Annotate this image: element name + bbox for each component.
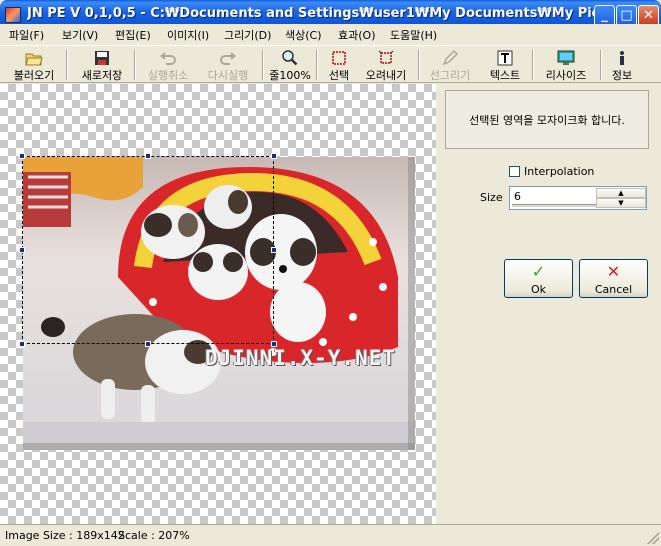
floppy-disk-icon [95, 51, 109, 65]
selection-handle[interactable] [271, 341, 277, 347]
info-button[interactable]: 정보 [606, 48, 638, 82]
crop-button[interactable]: 오려내기 [360, 48, 412, 82]
redo-button[interactable]: 다시실행 [200, 48, 256, 82]
image-size-status: Image Size : 189x142 [5, 529, 125, 542]
toolbar-separator [600, 50, 602, 80]
menu-effect[interactable]: 효과(O) [338, 27, 375, 43]
menu-bar: 파일(F) 보기(V) 편집(E) 이미지(I) 그리기(D) 색상(C) 효과… [0, 24, 661, 44]
open-button[interactable]: 불러오기 [6, 48, 62, 82]
redo-arrow-icon [220, 52, 236, 65]
selection-handle[interactable] [271, 247, 277, 253]
undo-label: 실행취소 [147, 69, 189, 82]
info-icon [620, 51, 624, 65]
spin-down-arrow-icon: ▼ [618, 199, 624, 207]
line-button[interactable]: 선그리기 [424, 48, 476, 82]
open-label: 불러오기 [13, 69, 55, 82]
menu-draw[interactable]: 그리기(D) [224, 27, 271, 43]
toolbar-separator [316, 50, 318, 80]
interpolation-checkbox[interactable] [509, 166, 520, 177]
instruction-message: 선택된 영역을 모자이크화 합니다. [445, 90, 649, 149]
info-label: 정보 [611, 69, 633, 82]
selection-rect-icon [332, 51, 346, 65]
selection-handle[interactable] [145, 341, 151, 347]
minimize-button[interactable]: _ [594, 5, 615, 26]
selection-handle[interactable] [19, 153, 25, 159]
selection-handle[interactable] [145, 153, 151, 159]
zoom-button[interactable]: 줄100% [268, 48, 312, 82]
watermark-text: DJINNI.X-Y.NET [205, 346, 397, 370]
select-label: 선택 [328, 69, 350, 82]
x-mark-icon: ✕ [606, 262, 621, 281]
text-tool-icon [497, 50, 513, 66]
scale-status: Scale : 207% [118, 529, 190, 542]
zoom-label: 줄100% [269, 69, 311, 82]
crop-icon [378, 50, 394, 64]
selection-rectangle[interactable] [22, 156, 274, 344]
crop-label: 오려내기 [365, 69, 407, 82]
cancel-button[interactable]: ✕ Cancel [579, 259, 648, 298]
toolbar: 불러오기 새로저장 실행취소 다시실행 줄100% 선택 오려내기 선그리기 텍… [0, 45, 661, 83]
interpolation-row[interactable]: Interpolation [509, 165, 594, 181]
spin-up-arrow-icon: ▲ [618, 189, 624, 197]
app-icon[interactable] [5, 7, 21, 23]
maximize-button[interactable]: □ [616, 5, 637, 26]
interpolation-label: Interpolation [524, 165, 595, 178]
checkmark-icon: ✓ [531, 262, 546, 281]
cancel-label: Cancel [594, 283, 633, 296]
resize-grip-icon[interactable] [647, 532, 659, 544]
ok-label: Ok [530, 283, 547, 296]
redo-label: 다시실행 [207, 69, 249, 82]
toolbar-separator [66, 50, 68, 80]
mosaic-panel: 선택된 영역을 모자이크화 합니다. Interpolation Size 6 … [436, 84, 661, 524]
selection-handle[interactable] [19, 247, 25, 253]
save-label: 새로저장 [81, 69, 123, 82]
line-label: 선그리기 [429, 69, 471, 82]
menu-help[interactable]: 도움말(H) [390, 27, 437, 43]
ok-button[interactable]: ✓ Ok [504, 259, 573, 298]
toolbar-separator [532, 50, 534, 80]
toolbar-separator [418, 50, 420, 80]
menu-color[interactable]: 색상(C) [285, 27, 322, 43]
selection-handle[interactable] [19, 341, 25, 347]
image-canvas[interactable]: DJINNI.X-Y.NET [0, 84, 436, 524]
undo-arrow-icon [160, 52, 176, 65]
size-slider-track[interactable] [512, 204, 596, 207]
resize-label: 리사이즈 [545, 69, 587, 82]
toolbar-separator [262, 50, 264, 80]
spin-up-button[interactable]: ▲ [596, 188, 646, 198]
size-value[interactable]: 6 [514, 190, 521, 203]
menu-edit[interactable]: 편집(E) [115, 27, 151, 43]
status-bar: Image Size : 189x142 Scale : 207% [0, 524, 661, 546]
menu-image[interactable]: 이미지(I) [167, 27, 209, 43]
text-label: 텍스트 [489, 69, 521, 82]
undo-button[interactable]: 실행취소 [140, 48, 196, 82]
window-title: JN PE V 0,1,0,5 - C:₩Documents and Setti… [27, 6, 597, 21]
menu-file[interactable]: 파일(F) [9, 27, 44, 43]
menu-view[interactable]: 보기(V) [62, 27, 98, 43]
monitor-icon [557, 50, 575, 65]
folder-open-icon [25, 53, 43, 66]
text-button[interactable]: 텍스트 [482, 48, 528, 82]
resize-button[interactable]: 리사이즈 [538, 48, 594, 82]
size-label: Size [480, 191, 503, 204]
select-button[interactable]: 선택 [322, 48, 356, 82]
save-button[interactable]: 새로저장 [74, 48, 130, 82]
magnifier-icon [282, 50, 298, 66]
toolbar-separator [134, 50, 136, 80]
size-spin-input[interactable]: 6 ▲ ▼ [509, 186, 647, 210]
selection-handle[interactable] [271, 153, 277, 159]
pencil-icon [442, 50, 459, 66]
close-button[interactable]: ✕ [638, 5, 659, 26]
spin-down-button[interactable]: ▼ [596, 198, 646, 208]
